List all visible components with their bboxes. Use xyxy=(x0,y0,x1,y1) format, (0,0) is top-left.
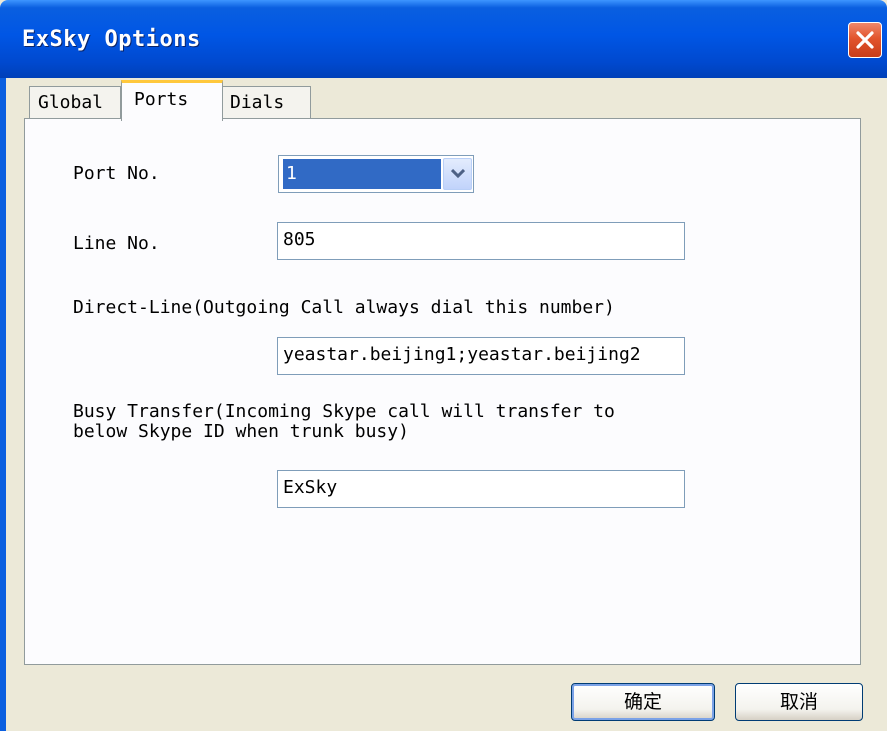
busy-transfer-label-line2: below Skype ID when trunk busy) xyxy=(73,421,409,442)
cancel-button[interactable]: 取消 xyxy=(735,683,863,721)
busy-transfer-label-line1: Busy Transfer(Incoming Skype call will t… xyxy=(73,401,615,422)
window-title: ExSky Options xyxy=(22,27,201,52)
close-button[interactable] xyxy=(848,22,882,58)
tab-global[interactable]: Global xyxy=(29,86,121,118)
close-icon xyxy=(856,31,874,49)
tab-ports-label: Ports xyxy=(134,89,189,110)
ok-button[interactable]: 确定 xyxy=(571,683,715,721)
port-no-dropdown-button[interactable] xyxy=(443,158,472,190)
tab-ports[interactable]: Ports xyxy=(121,80,223,121)
chevron-down-icon xyxy=(451,169,465,179)
port-no-selected-value: 1 xyxy=(283,159,441,189)
line-no-input[interactable]: 805 xyxy=(277,222,685,260)
tab-global-label: Global xyxy=(38,92,104,113)
direct-line-label: Direct-Line(Outgoing Call always dial th… xyxy=(73,297,615,318)
tab-dials-label: Dials xyxy=(230,92,285,113)
tab-dials[interactable]: Dials xyxy=(221,86,311,118)
title-bar[interactable]: ExSky Options xyxy=(0,0,887,78)
ports-tab-panel: Port No. 1 Line No. 805 Direct-Line(Outg… xyxy=(24,118,861,665)
direct-line-input[interactable]: yeastar.beijing1;yeastar.beijing2 xyxy=(277,337,685,375)
window-frame-left xyxy=(0,78,6,731)
line-no-label: Line No. xyxy=(73,233,160,254)
port-no-label: Port No. xyxy=(73,163,160,184)
busy-transfer-input[interactable]: ExSky xyxy=(277,470,685,508)
port-no-select[interactable]: 1 xyxy=(278,155,474,193)
